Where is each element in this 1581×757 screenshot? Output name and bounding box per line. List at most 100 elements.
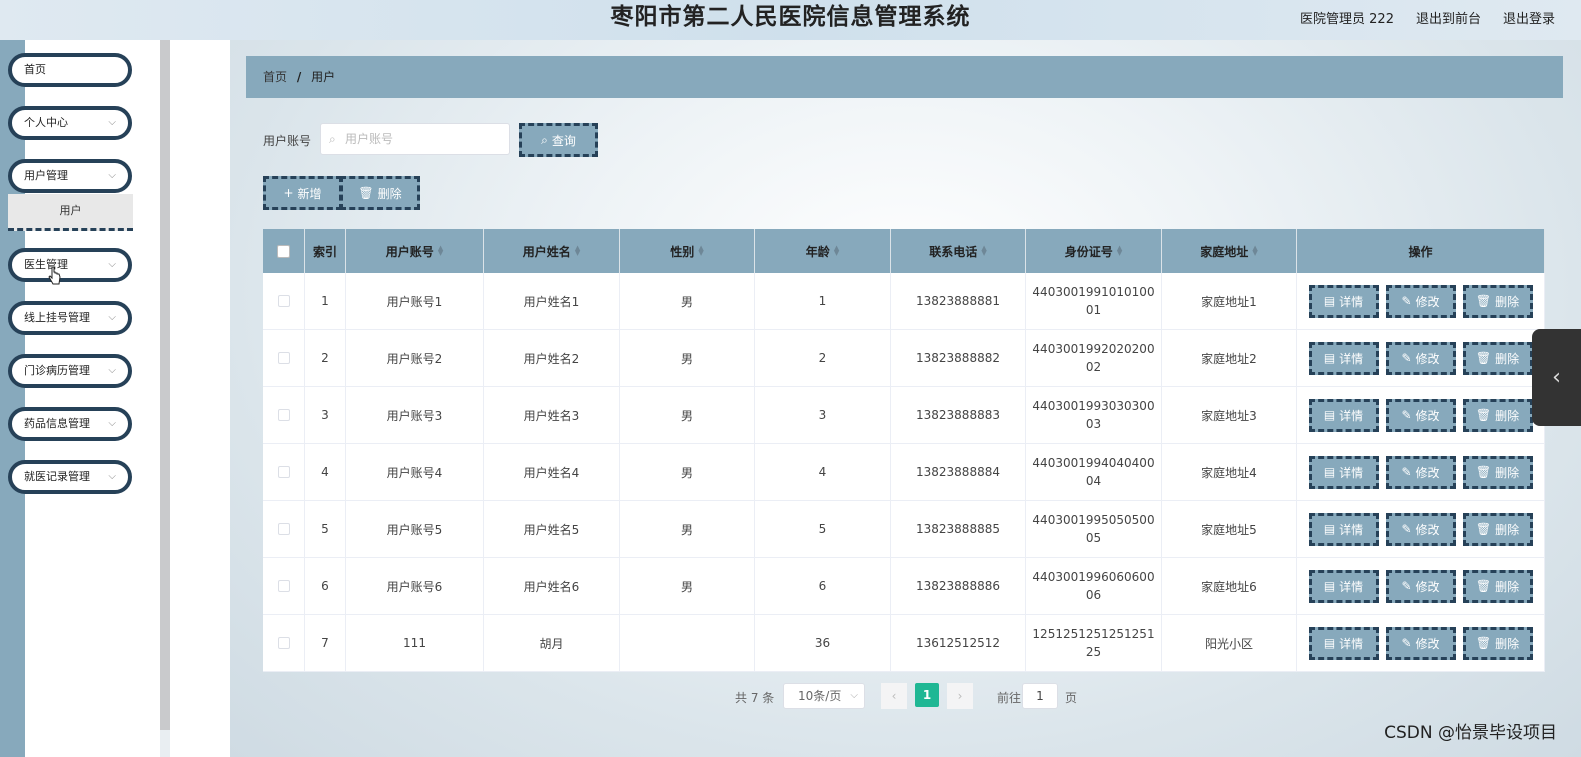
next-page-button[interactable]: › [947, 683, 973, 709]
edit-button[interactable]: ✎ 修改 [1385, 398, 1456, 432]
detail-button[interactable]: ▤ 详情 [1308, 341, 1379, 375]
breadcrumb-home[interactable]: 首页 [263, 70, 287, 84]
cell-age: 36 [755, 615, 891, 671]
edit-button[interactable]: ✎ 修改 [1385, 626, 1456, 660]
detail-button[interactable]: ▤ 详情 [1308, 284, 1379, 318]
delete-button-label: 删除 [1495, 294, 1520, 309]
delete-button[interactable]: 🗑 删除 [1462, 512, 1533, 546]
cell-gender: 男 [620, 444, 755, 500]
sidebar-item[interactable]: 线上挂号管理 ⌵ [8, 301, 132, 335]
delete-button[interactable]: 🗑 删除 [1462, 284, 1533, 318]
page-size-select[interactable]: 10条/页 ⌵ [783, 683, 865, 709]
column-header[interactable]: 身份证号 ▲ ▼ [1026, 229, 1162, 273]
sort-icon[interactable]: ▲ ▼ [575, 245, 580, 257]
chevron-down-icon: ⌵ [108, 117, 116, 128]
detail-button-label: 详情 [1339, 465, 1364, 480]
sidebar-item-label: 就医记录管理 [24, 470, 90, 483]
search-input[interactable]: ⌕ 用户账号 [320, 123, 510, 155]
cell-name: 用户姓名6 [484, 558, 620, 614]
batch-delete-button[interactable]: 🗑 删除 [340, 176, 420, 210]
delete-button[interactable]: 🗑 删除 [1462, 455, 1533, 489]
sidebar-item[interactable]: 就医记录管理 ⌵ [8, 460, 132, 494]
cell-actions: ▤ 详情 ✎ 修改 🗑 删除 [1297, 558, 1545, 614]
trash-icon: 🗑 [1475, 579, 1492, 593]
edit-button[interactable]: ✎ 修改 [1385, 569, 1456, 603]
prev-page-button[interactable]: ‹ [881, 683, 907, 709]
cell-phone: 13823888884 [891, 444, 1026, 500]
sidebar-item[interactable]: 个人中心 ⌵ [8, 106, 132, 140]
detail-button[interactable]: ▤ 详情 [1308, 455, 1379, 489]
sort-icon[interactable]: ▲ ▼ [438, 245, 443, 257]
table-row: 1 用户账号1 用户姓名1 男 1 13823888881 4403001991010100… [263, 273, 1545, 330]
cell-age: 6 [755, 558, 891, 614]
sidebar-item[interactable]: 药品信息管理 ⌵ [8, 407, 132, 441]
row-checkbox[interactable] [277, 295, 290, 307]
delete-button[interactable]: 🗑 删除 [1462, 341, 1533, 375]
column-header: 索引 [305, 229, 346, 273]
row-select-cell [263, 501, 305, 557]
select-all-cell [263, 229, 305, 273]
cell-phone: 13823888882 [891, 330, 1026, 386]
select-all-checkbox[interactable] [277, 244, 290, 258]
detail-button[interactable]: ▤ 详情 [1308, 512, 1379, 546]
delete-button[interactable]: 🗑 删除 [1462, 569, 1533, 603]
logout-link[interactable]: 退出登录 [1503, 8, 1555, 27]
edit-button[interactable]: ✎ 修改 [1385, 455, 1456, 489]
cell-index: 2 [305, 330, 346, 386]
detail-button[interactable]: ▤ 详情 [1308, 626, 1379, 660]
row-checkbox[interactable] [277, 409, 290, 421]
column-header[interactable]: 性别 ▲ ▼ [620, 229, 755, 273]
row-select-cell [263, 444, 305, 500]
collapse-panel-button[interactable]: ‹ [1532, 329, 1581, 426]
column-header[interactable]: 用户姓名 ▲ ▼ [484, 229, 620, 273]
column-header[interactable]: 年龄 ▲ ▼ [755, 229, 891, 273]
current-page-button[interactable]: 1 [915, 683, 939, 707]
sort-icon[interactable]: ▲ ▼ [981, 245, 986, 257]
column-header[interactable]: 联系电话 ▲ ▼ [891, 229, 1026, 273]
front-page-link[interactable]: 退出到前台 [1416, 8, 1481, 27]
sort-icon[interactable]: ▲ ▼ [1252, 245, 1257, 257]
trash-icon: 🗑 [1475, 408, 1492, 422]
column-header[interactable]: 家庭地址 ▲ ▼ [1162, 229, 1297, 273]
sidebar-item[interactable]: 医生管理 ⌵ [8, 248, 132, 282]
sidebar-item[interactable]: 首页 [8, 53, 132, 87]
header-actions: 医院管理员 222 退出到前台 退出登录 [1300, 0, 1555, 34]
delete-button[interactable]: 🗑 删除 [1462, 626, 1533, 660]
detail-button-label: 详情 [1339, 522, 1364, 537]
row-select-cell [263, 558, 305, 614]
sidebar-scrollbar[interactable] [160, 40, 170, 730]
column-header: 操作 [1297, 229, 1545, 273]
edit-button[interactable]: ✎ 修改 [1385, 284, 1456, 318]
row-checkbox[interactable] [277, 637, 290, 649]
chevron-down-icon: ⌵ [108, 170, 116, 181]
add-button[interactable]: + 新增 [263, 176, 342, 210]
sidebar-item[interactable]: 门诊病历管理 ⌵ [8, 354, 132, 388]
column-header-label: 联系电话 [929, 244, 978, 259]
cell-account: 用户账号2 [346, 330, 484, 386]
chevron-down-icon: ⌵ [108, 312, 116, 323]
sort-icon[interactable]: ▲ ▼ [834, 245, 839, 257]
goto-page-input[interactable]: 1 [1022, 683, 1058, 709]
edit-button[interactable]: ✎ 修改 [1385, 341, 1456, 375]
sidebar-subitem-user[interactable]: 用户 [8, 194, 133, 231]
sort-icon[interactable]: ▲ ▼ [698, 245, 703, 257]
detail-button[interactable]: ▤ 详情 [1308, 398, 1379, 432]
sort-icon[interactable]: ▲ ▼ [1117, 245, 1122, 257]
delete-button[interactable]: 🗑 删除 [1462, 398, 1533, 432]
row-checkbox[interactable] [277, 466, 290, 478]
detail-button[interactable]: ▤ 详情 [1308, 569, 1379, 603]
table-body: 1 用户账号1 用户姓名1 男 1 13823888881 4403001991010100… [263, 273, 1545, 672]
trash-icon: 🗑 [1475, 522, 1492, 536]
detail-button-label: 详情 [1339, 294, 1364, 309]
row-checkbox[interactable] [277, 523, 290, 535]
sidebar-item[interactable]: 用户管理 ⌵ [8, 159, 132, 193]
search-button[interactable]: ⌕ 查询 [519, 123, 598, 157]
row-actions: ▤ 详情 ✎ 修改 🗑 删除 [1308, 341, 1533, 375]
column-header-label: 用户账号 [385, 244, 434, 259]
row-checkbox[interactable] [277, 580, 290, 592]
row-checkbox[interactable] [277, 352, 290, 364]
cell-phone: 13823888883 [891, 387, 1026, 443]
edit-button[interactable]: ✎ 修改 [1385, 512, 1456, 546]
column-header[interactable]: 用户账号 ▲ ▼ [346, 229, 484, 273]
table-row: 5 用户账号5 用户姓名5 男 5 13823888885 4403001995050500… [263, 501, 1545, 558]
